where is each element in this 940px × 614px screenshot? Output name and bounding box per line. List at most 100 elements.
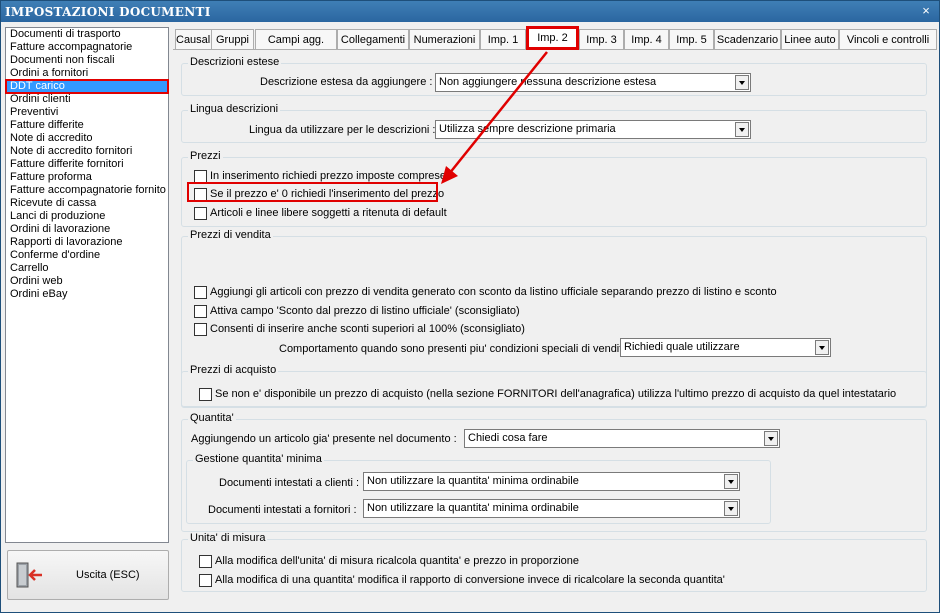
list-item[interactable]: DDT carico: [5, 79, 169, 94]
list-item[interactable]: Ordini clienti: [6, 93, 168, 106]
checkbox-box[interactable]: [194, 207, 207, 220]
checkbox-box[interactable]: [199, 555, 212, 568]
checkbox-label: Articoli e linee libere soggetti a riten…: [210, 207, 447, 219]
select-value: Utilizza sempre descrizione primaria: [439, 123, 616, 135]
checkbox-label: Consenti di inserire anche sconti superi…: [210, 323, 525, 335]
tab-panel-imp-2: Descrizioni estese Descrizione estesa da…: [173, 49, 937, 612]
tab-item[interactable]: Imp. 1: [480, 29, 526, 49]
checkbox-label: Alla modifica di una quantita' modifica …: [215, 574, 725, 586]
tab-item[interactable]: Linee auto: [781, 29, 839, 49]
select-value: Non utilizzare la quantita' minima ordin…: [367, 475, 579, 487]
close-icon[interactable]: ×: [919, 4, 933, 18]
list-item[interactable]: Ordini eBay: [6, 288, 168, 301]
exit-button[interactable]: Uscita (ESC): [7, 550, 169, 600]
group-title: Prezzi di vendita: [188, 229, 273, 241]
chevron-down-icon[interactable]: [724, 501, 738, 516]
chevron-down-icon[interactable]: [735, 122, 749, 137]
list-item[interactable]: Rapporti di lavorazione: [6, 236, 168, 249]
checkbox-label: In inserimento richiedi prezzo imposte c…: [210, 170, 446, 182]
tab-item[interactable]: Imp. 4: [624, 29, 669, 49]
group-quantita-minima: Gestione quantita' minima Documenti inte…: [186, 453, 771, 524]
list-item[interactable]: Ricevute di cassa: [6, 197, 168, 210]
list-item[interactable]: Fatture accompagnatorie: [6, 41, 168, 54]
title-bar: IMPOSTAZIONI DOCUMENTI ×: [1, 1, 939, 22]
lingua-label: Lingua da utilizzare per le descrizioni …: [249, 124, 436, 136]
list-item[interactable]: Ordini di lavorazione: [6, 223, 168, 236]
list-item[interactable]: Lanci di produzione: [6, 210, 168, 223]
checkbox-box[interactable]: [194, 305, 207, 318]
tab-item[interactable]: Causali: [175, 29, 213, 49]
window-title: IMPOSTAZIONI DOCUMENTI: [5, 5, 211, 19]
lingua-select[interactable]: Utilizza sempre descrizione primaria: [435, 120, 751, 139]
group-title: Descrizioni estese: [188, 56, 282, 68]
chevron-down-icon[interactable]: [815, 340, 829, 355]
tab-item[interactable]: Imp. 5: [669, 29, 714, 49]
select-value: Chiedi cosa fare: [468, 432, 548, 444]
tab-item[interactable]: Gruppi: [211, 29, 254, 49]
group-descrizioni-estese: Descrizioni estese Descrizione estesa da…: [181, 56, 927, 96]
list-item[interactable]: Note di accredito: [6, 132, 168, 145]
group-prezzi: Prezzi In inserimento richiedi prezzo im…: [181, 150, 927, 227]
descrizione-estesa-select[interactable]: Non aggiungere nessuna descrizione estes…: [435, 73, 751, 92]
list-item[interactable]: Fatture accompagnatorie fornito: [6, 184, 168, 197]
chevron-down-icon[interactable]: [724, 474, 738, 489]
tab-item[interactable]: Imp. 3: [579, 29, 624, 49]
tab-item[interactable]: Numerazioni: [409, 29, 480, 49]
checkbox-label: Aggiungi gli articoli con prezzo di vend…: [210, 286, 777, 298]
settings-window: IMPOSTAZIONI DOCUMENTI × Documenti di tr…: [0, 0, 940, 613]
group-title: Lingua descrizioni: [188, 103, 281, 115]
tab-item[interactable]: Scadenzario: [714, 29, 781, 49]
tab-strip: Causali Gruppi Campi agg. Collegamenti Numer…: [173, 26, 937, 50]
checkbox-label: Se non e' disponibile un prezzo di acqui…: [215, 388, 897, 400]
group-title: Prezzi di acquisto: [188, 364, 279, 376]
checkbox-box[interactable]: [194, 286, 207, 299]
clienti-quantita-minima-select[interactable]: Non utilizzare la quantita' minima ordin…: [363, 472, 740, 491]
list-item[interactable]: Fatture differite: [6, 119, 168, 132]
clienti-label: Documenti intestati a clienti :: [219, 477, 360, 489]
checkbox-box[interactable]: [199, 388, 212, 401]
exit-door-icon: [16, 562, 42, 588]
group-title: Quantita': [188, 412, 236, 424]
group-title: Gestione quantita' minima: [193, 453, 324, 465]
select-value: Richiedi quale utilizzare: [624, 341, 740, 353]
condizioni-speciali-label: Comportamento quando sono presenti piu' …: [279, 343, 667, 355]
list-item[interactable]: Documenti di trasporto: [6, 28, 168, 41]
list-item[interactable]: Fatture differite fornitori: [6, 158, 168, 171]
select-value: Non aggiungere nessuna descrizione estes…: [439, 76, 657, 88]
list-item[interactable]: Carrello: [6, 262, 168, 275]
checkbox-label: Se il prezzo e' 0 richiedi l'inserimento…: [210, 188, 445, 200]
checkbox-box[interactable]: [199, 574, 212, 587]
checkbox-box[interactable]: [194, 323, 207, 336]
condizioni-speciali-select[interactable]: Richiedi quale utilizzare: [620, 338, 831, 357]
fornitori-quantita-minima-select[interactable]: Non utilizzare la quantita' minima ordin…: [363, 499, 740, 518]
document-type-list[interactable]: Documenti di trasporto Fatture accompagna…: [5, 27, 169, 543]
list-item[interactable]: Note di accredito fornitori: [6, 145, 168, 158]
group-unita-misura: Unita' di misura Alla modifica dell'unit…: [181, 532, 927, 592]
articolo-presente-label: Aggiungendo un articolo gia' presente ne…: [191, 433, 457, 445]
checkbox-box[interactable]: [194, 188, 207, 201]
fornitori-label: Documenti intestati a fornitori :: [208, 504, 357, 516]
tab-item[interactable]: Campi agg.: [255, 29, 337, 49]
group-title: Unita' di misura: [188, 532, 268, 544]
tab-item[interactable]: Vincoli e controlli: [839, 29, 937, 49]
list-item[interactable]: Conferme d'ordine: [6, 249, 168, 262]
list-item[interactable]: Preventivi: [6, 106, 168, 119]
list-item[interactable]: Fatture proforma: [6, 171, 168, 184]
checkbox-box[interactable]: [194, 170, 207, 183]
chevron-down-icon[interactable]: [735, 75, 749, 90]
tab-item[interactable]: Collegamenti: [337, 29, 409, 49]
list-item[interactable]: Ordini web: [6, 275, 168, 288]
descrizione-estesa-label: Descrizione estesa da aggiungere :: [260, 76, 433, 88]
group-prezzi-acquisto: Prezzi di acquisto Se non e' disponibile…: [181, 364, 927, 408]
group-quantita: Quantita' Aggiungendo un articolo gia' p…: [181, 412, 927, 532]
checkbox-label: Alla modifica dell'unita' di misura rica…: [215, 555, 579, 567]
group-lingua-descrizioni: Lingua descrizioni Lingua da utilizzare …: [181, 103, 927, 143]
chevron-down-icon[interactable]: [764, 431, 778, 446]
list-item[interactable]: Documenti non fiscali: [6, 54, 168, 67]
group-title: Prezzi: [188, 150, 223, 162]
select-value: Non utilizzare la quantita' minima ordin…: [367, 502, 579, 514]
checkbox-label: Attiva campo 'Sconto dal prezzo di listi…: [210, 305, 520, 317]
tab-item[interactable]: Imp. 2: [526, 26, 579, 50]
articolo-presente-select[interactable]: Chiedi cosa fare: [464, 429, 780, 448]
list-item[interactable]: Ordini a fornitori: [6, 67, 168, 80]
